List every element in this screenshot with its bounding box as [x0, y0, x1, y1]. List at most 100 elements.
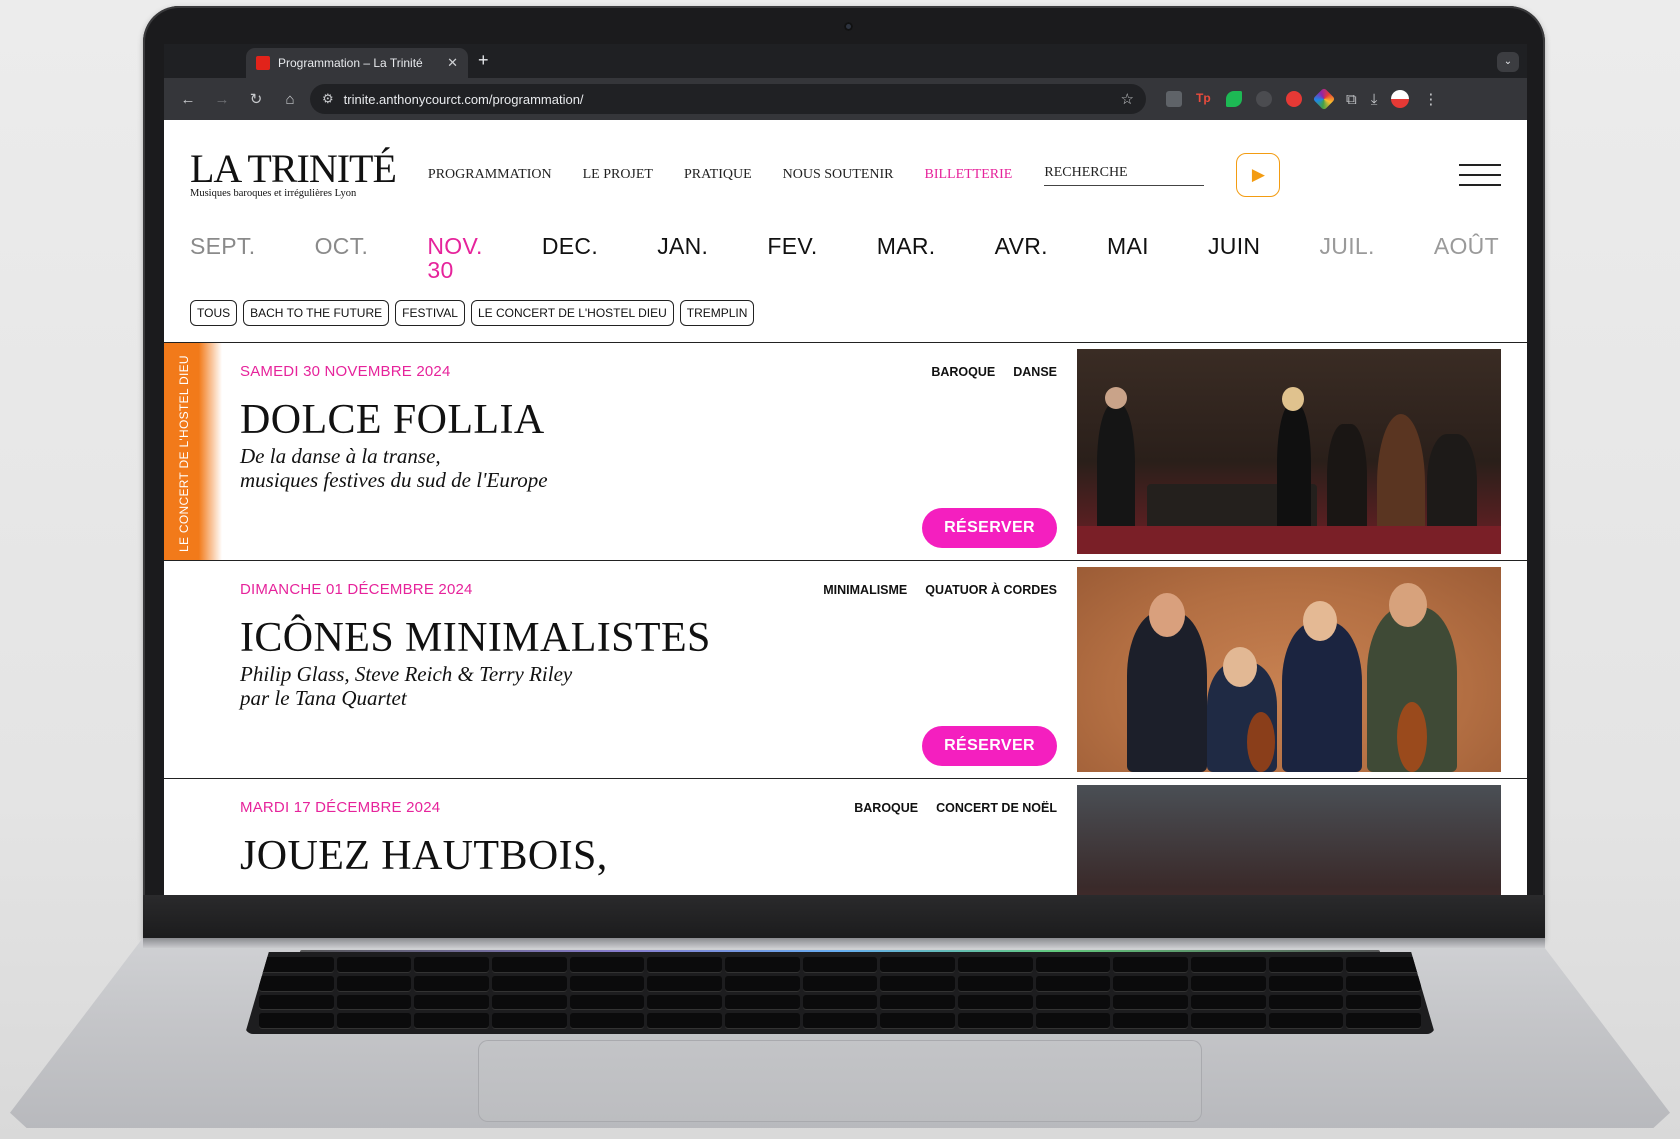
month-jan[interactable]: JAN. — [657, 234, 708, 296]
keyboard-key — [336, 957, 412, 973]
event-content: DIMANCHE 01 DÉCEMBRE 2024 ICÔNES MINIMAL… — [222, 561, 1077, 778]
keyboard-key — [259, 994, 334, 1011]
browser-menu-icon[interactable]: ⋮ — [1423, 90, 1438, 108]
keyboard-key — [647, 975, 722, 992]
event-series-band — [164, 779, 222, 895]
keyboard-key — [1190, 1013, 1266, 1029]
keyboard-key — [569, 994, 645, 1011]
month-avr[interactable]: AVR. — [995, 234, 1048, 296]
reserve-button[interactable]: RÉSERVER — [922, 726, 1057, 766]
month-mar[interactable]: MAR. — [877, 234, 936, 296]
keyboard-key — [259, 957, 334, 973]
play-icon: ▶ — [1251, 165, 1265, 184]
month-nov-label: NOV. — [427, 233, 483, 259]
extension-robot-icon[interactable] — [1256, 91, 1272, 107]
event-photo[interactable] — [1077, 567, 1501, 772]
keyboard-key — [802, 994, 878, 1011]
event-tags: BAROQUE CONCERT DE NOËL — [854, 801, 1057, 815]
browser-toolbar: ← → ↻ ⌂ ⚙ trinite.anthonycourct.com/prog… — [164, 78, 1527, 120]
nav-nous-soutenir[interactable]: NOUS SOUTENIR — [783, 167, 894, 183]
keyboard-key — [1035, 994, 1111, 1011]
tab-search-icon[interactable]: ⌄ — [1497, 52, 1519, 72]
tab-title: Programmation – La Trinité — [278, 56, 423, 70]
reload-icon[interactable]: ↻ — [242, 90, 270, 108]
event-row[interactable]: LE CONCERT DE L'HOSTEL DIEU SAMEDI 30 NO… — [164, 343, 1527, 561]
bookmark-star-icon[interactable]: ☆ — [1121, 90, 1134, 108]
month-aout[interactable]: AOÛT — [1434, 234, 1499, 296]
new-tab-button[interactable]: + — [478, 50, 489, 71]
event-content: SAMEDI 30 NOVEMBRE 2024 DOLCE FOLLIA De … — [222, 343, 1077, 560]
event-list: LE CONCERT DE L'HOSTEL DIEU SAMEDI 30 NO… — [164, 342, 1527, 895]
address-bar[interactable]: ⚙ trinite.anthonycourct.com/programmatio… — [310, 84, 1146, 114]
event-title[interactable]: DOLCE FOLLIA — [240, 396, 1077, 444]
close-tab-icon[interactable]: ✕ — [447, 55, 458, 71]
month-sept[interactable]: SEPT. — [190, 234, 255, 296]
download-icon[interactable]: ⤓ — [1371, 91, 1378, 108]
main-nav: PROGRAMMATION LE PROJET PRATIQUE NOUS SO… — [428, 167, 1012, 183]
category-filters: TOUS BACH TO THE FUTURE FESTIVAL LE CONC… — [164, 300, 1527, 326]
month-selector: SEPT. OCT. NOV. 30 DEC. JAN. FEV. MAR. A… — [164, 234, 1527, 296]
event-row[interactable]: MARDI 17 DÉCEMBRE 2024 JOUEZ HAUTBOIS, B… — [164, 779, 1527, 895]
keyboard-key — [724, 1013, 800, 1029]
event-series-band — [164, 561, 222, 778]
filter-tremplin[interactable]: TREMPLIN — [679, 300, 755, 326]
extension-tp-icon[interactable]: Tp — [1196, 91, 1212, 107]
event-title[interactable]: ICÔNES MINIMALISTES — [240, 614, 1077, 662]
event-photo[interactable] — [1077, 349, 1501, 554]
keyboard — [245, 952, 1435, 1034]
month-fev[interactable]: FEV. — [767, 234, 817, 296]
hamburger-menu-icon[interactable] — [1459, 164, 1501, 186]
extension-facebook-icon[interactable] — [1166, 91, 1182, 107]
event-row[interactable]: DIMANCHE 01 DÉCEMBRE 2024 ICÔNES MINIMAL… — [164, 561, 1527, 779]
keyboard-key — [1035, 957, 1111, 973]
event-title[interactable]: JOUEZ HAUTBOIS, — [240, 832, 1077, 880]
extension-red-icon[interactable] — [1286, 91, 1302, 107]
keyboard-key — [1190, 994, 1266, 1011]
site-favicon-icon — [256, 56, 270, 70]
month-oct[interactable]: OCT. — [315, 234, 369, 296]
filter-festival[interactable]: FESTIVAL — [395, 300, 465, 326]
month-juil[interactable]: JUIL. — [1319, 234, 1374, 296]
month-dec[interactable]: DEC. — [542, 234, 598, 296]
filter-tous[interactable]: TOUS — [190, 300, 238, 326]
event-tag[interactable]: MINIMALISME — [823, 583, 907, 597]
profile-avatar[interactable] — [1391, 90, 1410, 108]
filter-hostel-dieu[interactable]: LE CONCERT DE L'HOSTEL DIEU — [470, 300, 674, 326]
extension-bird-icon[interactable] — [1226, 91, 1242, 107]
browser-tab[interactable]: Programmation – La Trinité ✕ — [246, 48, 468, 78]
nav-programmation[interactable]: PROGRAMMATION — [428, 167, 552, 183]
forward-icon[interactable]: → — [208, 91, 236, 108]
home-icon[interactable]: ⌂ — [276, 91, 304, 108]
laptop-screen: Programmation – La Trinité ✕ + ⌄ ← → ↻ ⌂… — [164, 44, 1527, 895]
site-logo[interactable]: LA TRINITÉ Musiques baroques et irréguli… — [190, 149, 397, 200]
month-juin[interactable]: JUIN — [1208, 234, 1260, 296]
keyboard-key — [1268, 975, 1344, 992]
url-text[interactable]: trinite.anthonycourct.com/programmation/ — [344, 92, 1111, 107]
month-mai[interactable]: MAI — [1107, 234, 1149, 296]
keyboard-key — [414, 994, 489, 1011]
extensions-area: Tp ⧉ ⤓ ⋮ — [1166, 87, 1438, 111]
extensions-puzzle-icon[interactable]: ⧉ — [1346, 91, 1357, 108]
keyboard-key — [259, 975, 334, 992]
event-tag[interactable]: BAROQUE — [931, 365, 995, 379]
event-tag[interactable]: CONCERT DE NOËL — [936, 801, 1057, 815]
event-subtitle: De la danse à la transe, — [240, 444, 441, 468]
keyboard-key — [336, 975, 412, 992]
search-field[interactable]: RECHERCHE — [1044, 165, 1205, 186]
event-tag[interactable]: BAROQUE — [854, 801, 918, 815]
event-photo[interactable] — [1077, 785, 1501, 895]
filter-bach-to-the-future[interactable]: BACH TO THE FUTURE — [243, 300, 390, 326]
play-button[interactable]: ▶ — [1236, 153, 1281, 197]
extension-color-icon[interactable] — [1312, 87, 1336, 111]
month-nov[interactable]: NOV. 30 — [427, 234, 482, 296]
event-tag[interactable]: QUATUOR À CORDES — [925, 583, 1057, 597]
site-settings-icon[interactable]: ⚙ — [322, 91, 334, 107]
back-icon[interactable]: ← — [174, 91, 202, 108]
nav-pratique[interactable]: PRATIQUE — [684, 167, 752, 183]
nav-billetterie[interactable]: BILLETTERIE — [925, 167, 1013, 183]
reserve-button[interactable]: RÉSERVER — [922, 508, 1057, 548]
keyboard-key — [1190, 957, 1266, 973]
nav-le-projet[interactable]: LE PROJET — [583, 167, 653, 183]
event-tag[interactable]: DANSE — [1013, 365, 1057, 379]
event-tags: BAROQUE DANSE — [931, 365, 1057, 379]
